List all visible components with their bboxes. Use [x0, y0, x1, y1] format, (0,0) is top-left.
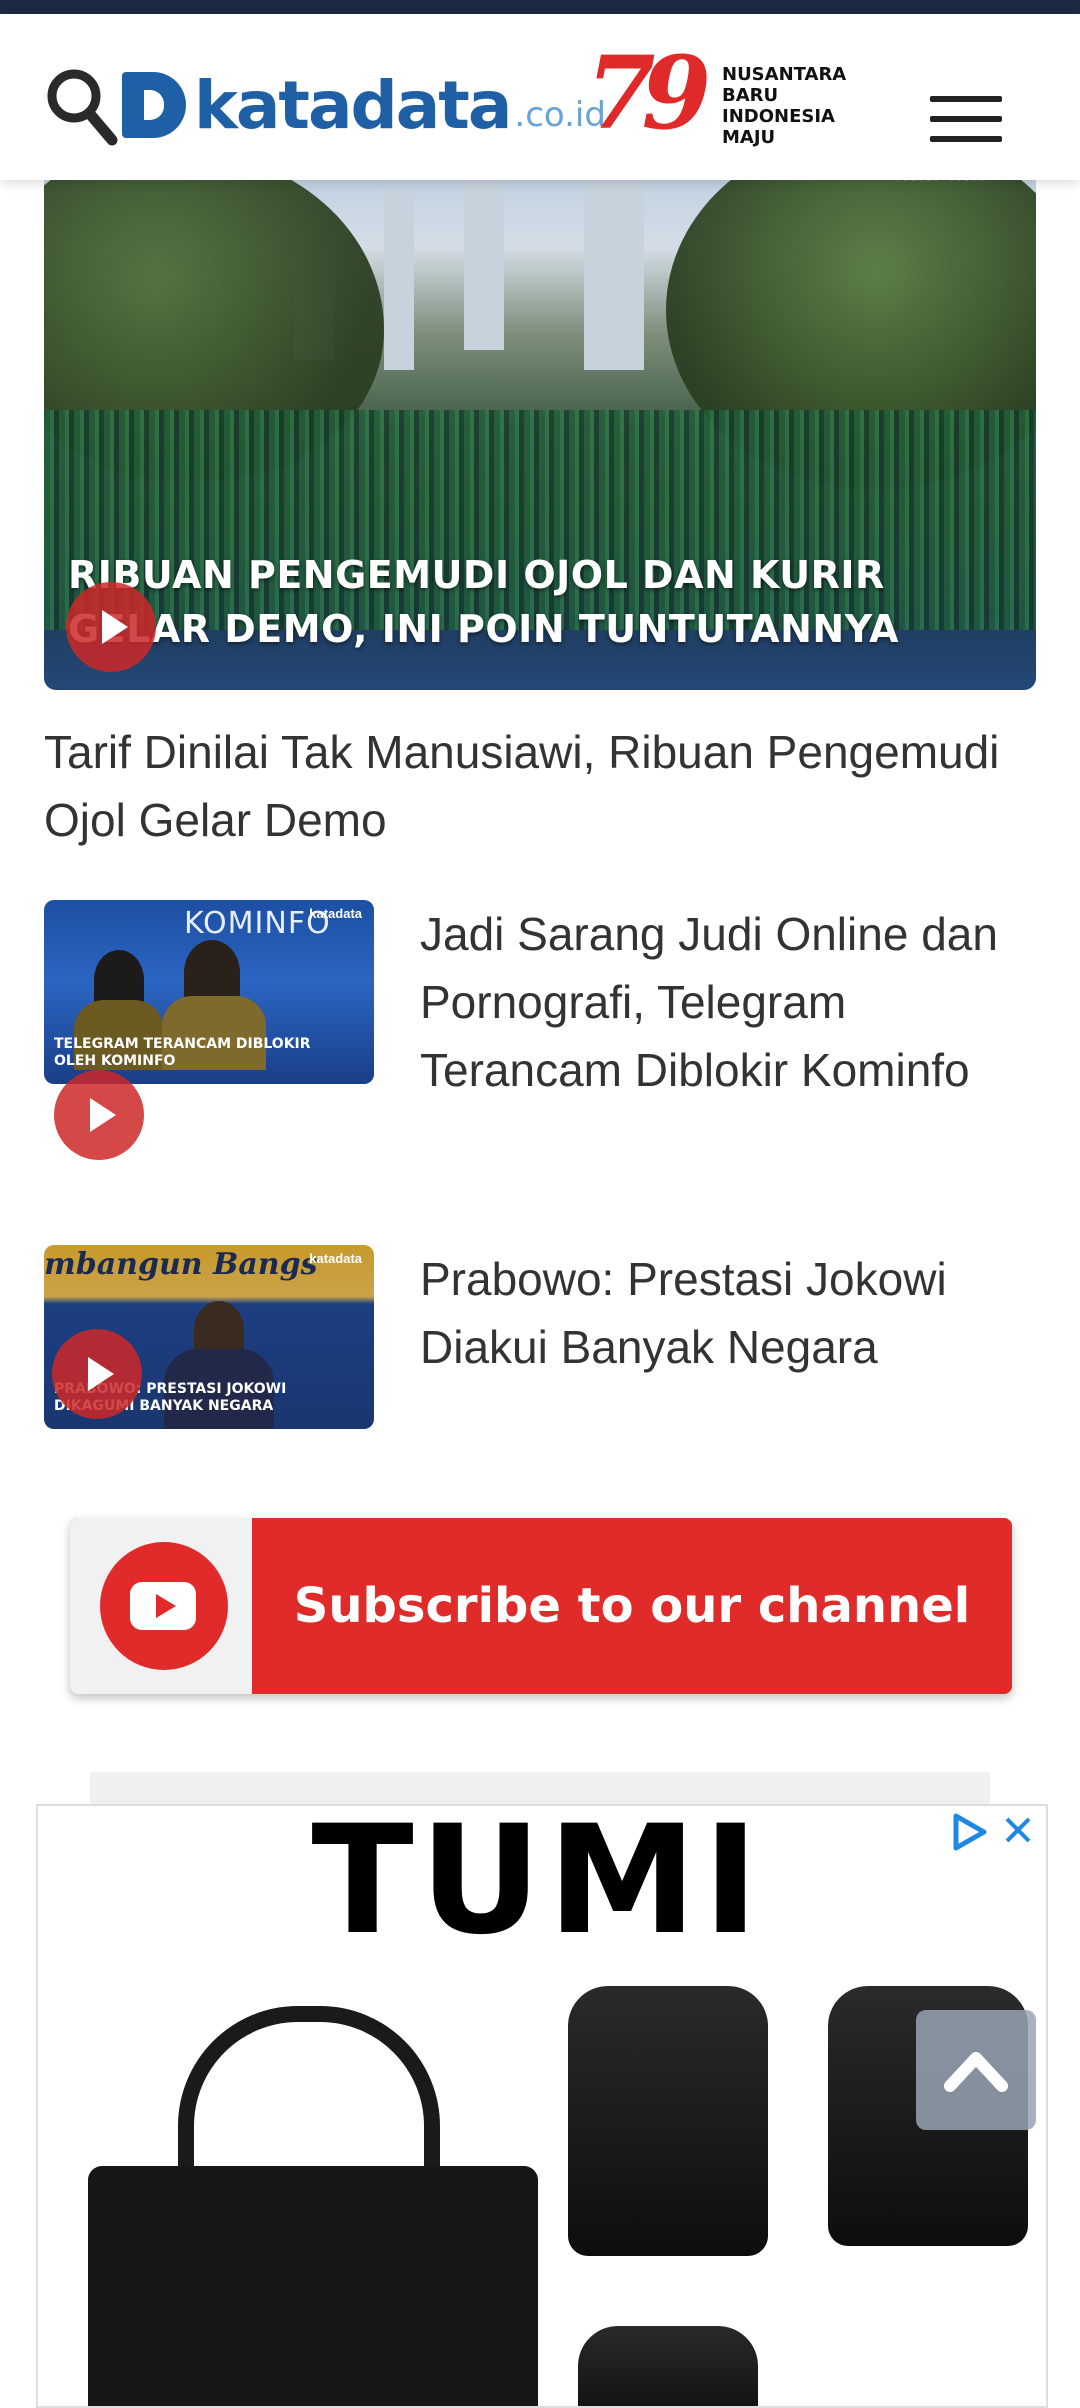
hero-video-thumbnail[interactable]: katadata RIBUAN PENGEMUDI OJOL DAN KURIR…	[44, 150, 1036, 690]
adchoices-icon[interactable]	[950, 1812, 990, 1852]
play-icon[interactable]	[52, 1329, 142, 1419]
building	[384, 190, 414, 370]
hero-article-title[interactable]: Tarif Dinilai Tak Manusiawi, Ribuan Peng…	[44, 718, 1034, 854]
backpack-image	[568, 1986, 768, 2256]
ad-brand-logo: TUMI	[311, 1804, 765, 1968]
anniversary-tagline: NUSANTARA BARU INDONESIA MAJU	[722, 64, 847, 148]
search-icon[interactable]	[44, 62, 120, 152]
play-icon[interactable]	[66, 582, 156, 672]
video-list-item[interactable]: mbangun Bangs katadata PRABOWO: PRESTASI…	[44, 1245, 1044, 1445]
tote-bag-image	[88, 2166, 538, 2406]
hamburger-menu-icon[interactable]	[930, 96, 1002, 142]
backpack-image	[578, 2326, 758, 2406]
logo-text: katadata	[194, 66, 512, 144]
thumbnail-banner: mbangun Bangs	[44, 1247, 318, 1282]
anniversary-number: 79	[586, 34, 711, 152]
advertisement[interactable]: TUMI	[36, 1804, 1048, 2408]
subscribe-channel-button[interactable]: Subscribe to our channel	[70, 1518, 1012, 1694]
subscribe-label: Subscribe to our channel	[293, 1578, 971, 1634]
building	[464, 150, 504, 350]
youtube-icon	[100, 1542, 228, 1670]
hero-image-caption: RIBUAN PENGEMUDI OJOL DAN KURIR GELAR DE…	[68, 553, 899, 651]
thumbnail-caption: TELEGRAM TERANCAM DIBLOKIR OLEH KOMINFO	[54, 1036, 311, 1069]
independence-anniversary-logo: 79 NUSANTARA BARU INDONESIA MAJU	[586, 34, 856, 158]
play-icon[interactable]	[54, 1070, 144, 1160]
site-header: katadata .co.id 79 NUSANTARA BARU INDONE…	[0, 14, 1080, 180]
logo-mark-icon	[122, 72, 186, 138]
video-title[interactable]: Jadi Sarang Judi Online dan Pornografi, …	[420, 900, 1040, 1104]
close-icon[interactable]	[1002, 1814, 1034, 1846]
thumbnail-watermark: katadata	[309, 1251, 362, 1266]
scroll-to-top-button[interactable]	[916, 2010, 1036, 2130]
site-logo[interactable]: katadata .co.id	[122, 50, 606, 160]
video-thumbnail[interactable]: KOMINFO katadata TELEGRAM TERANCAM DIBLO…	[44, 900, 374, 1084]
video-title[interactable]: Prabowo: Prestasi Jokowi Diakui Banyak N…	[420, 1245, 1040, 1381]
chevron-up-icon	[944, 2052, 1008, 2092]
building	[584, 150, 644, 370]
top-bar	[0, 0, 1080, 14]
thumbnail-watermark: katadata	[309, 906, 362, 921]
video-list-item[interactable]: KOMINFO katadata TELEGRAM TERANCAM DIBLO…	[44, 900, 1044, 1160]
